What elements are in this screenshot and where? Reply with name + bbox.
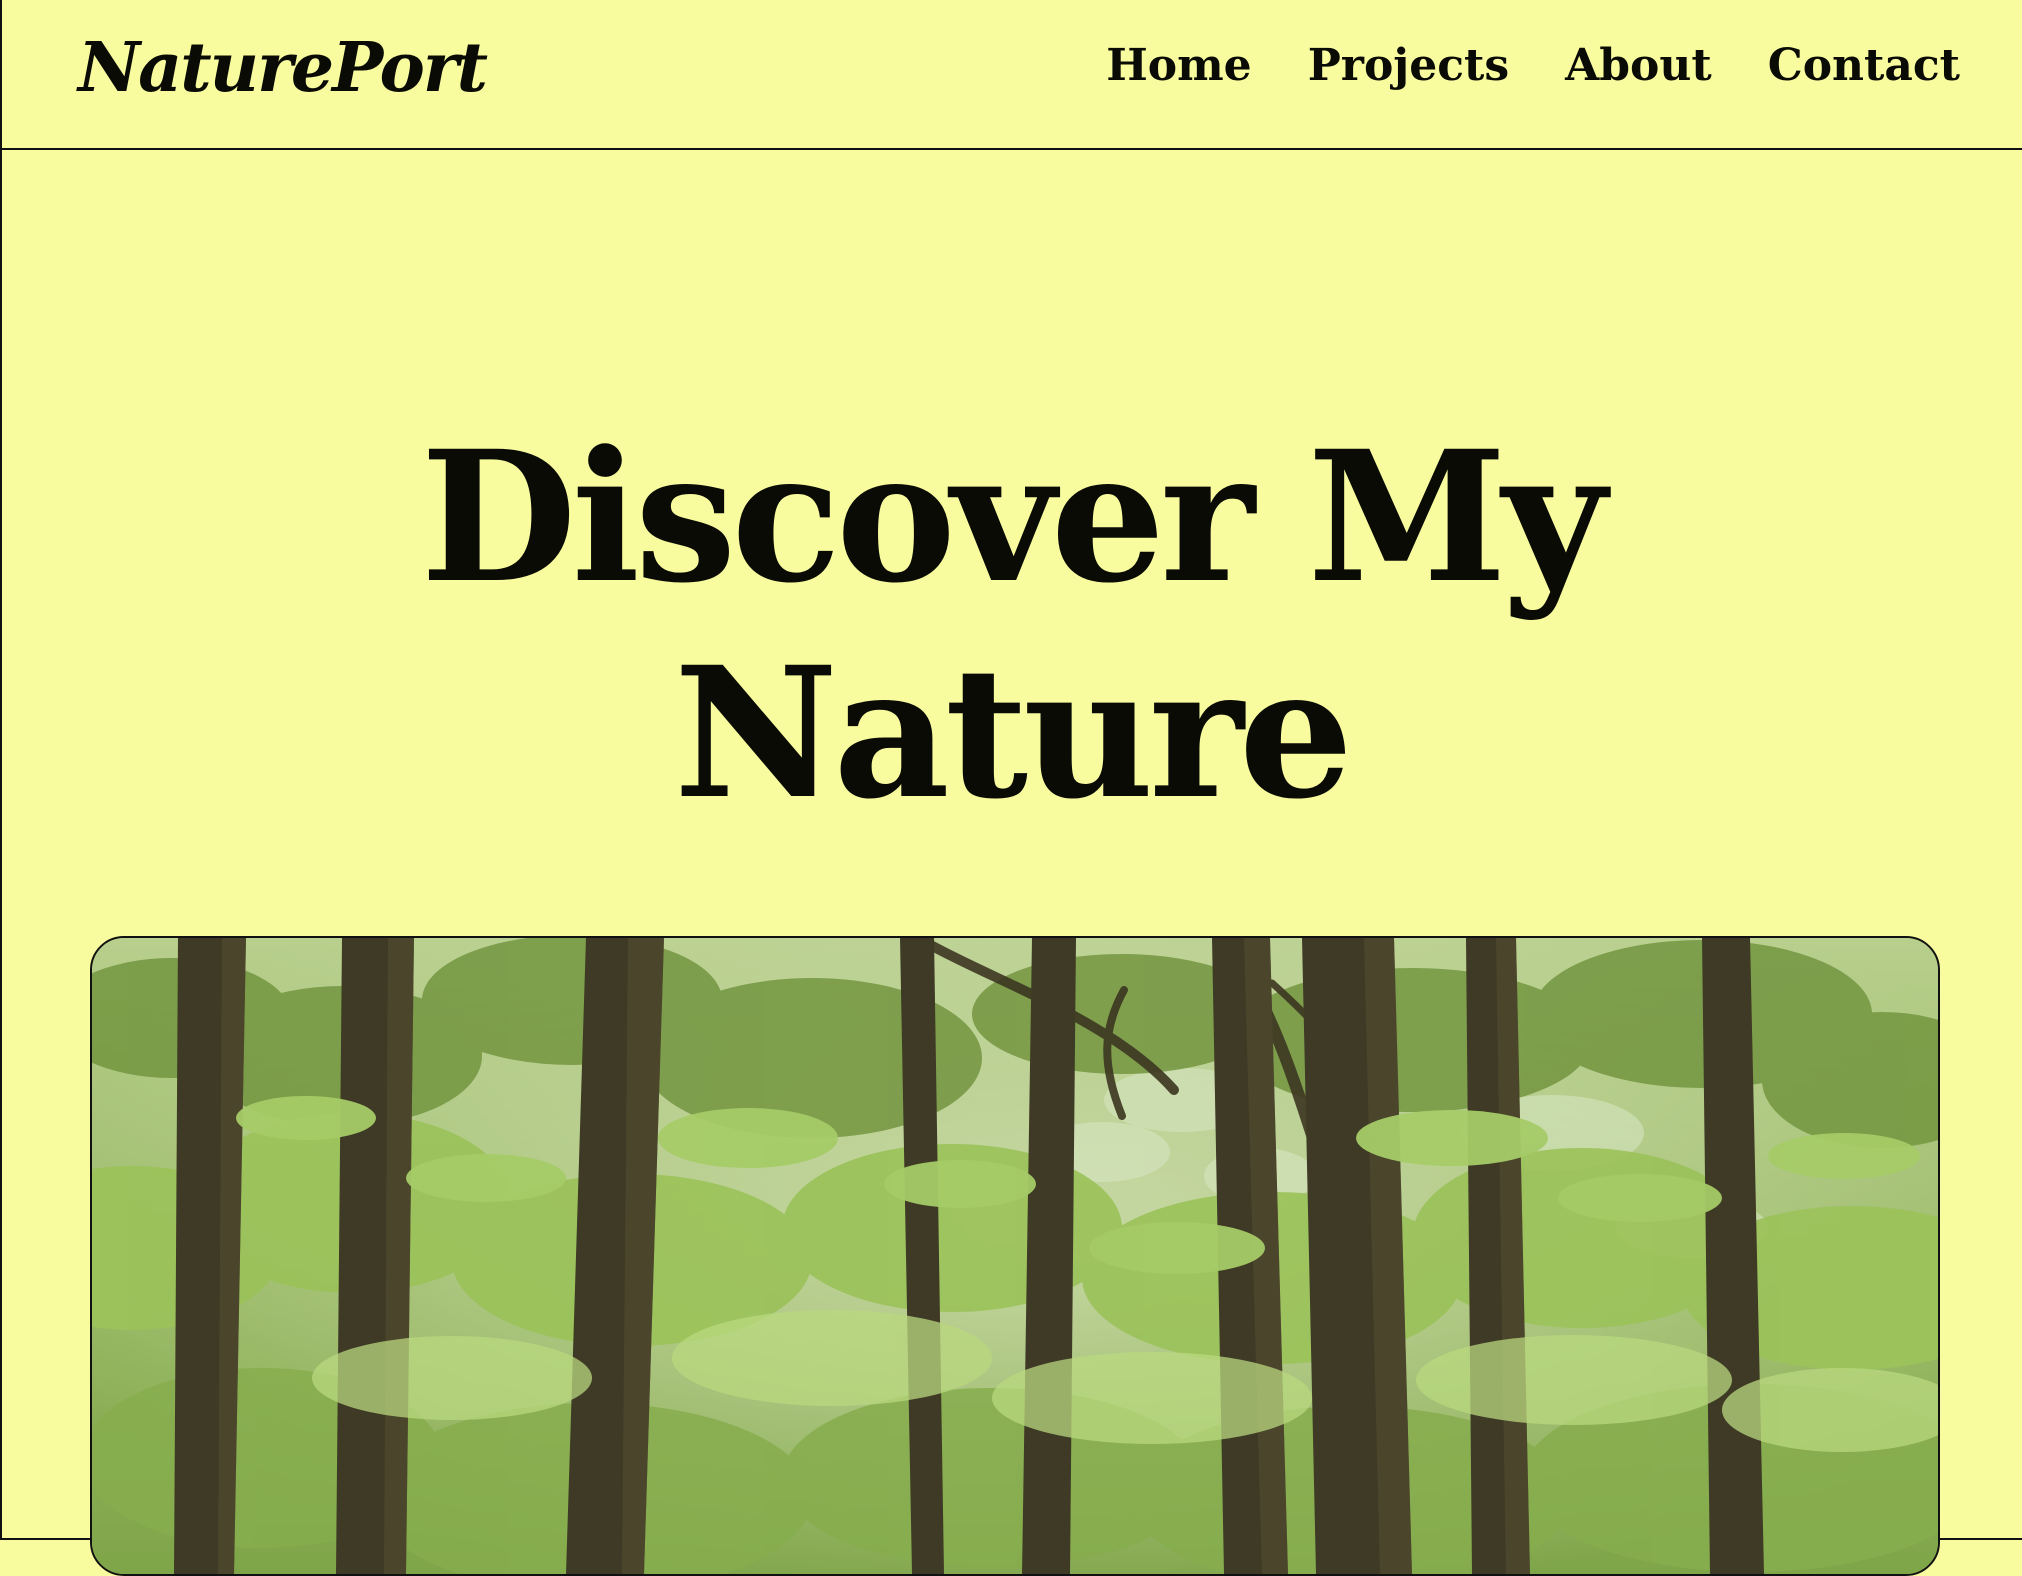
nav-contact-link[interactable]: Contact xyxy=(1768,44,1960,88)
nav-home-link[interactable]: Home xyxy=(1106,44,1251,88)
site-header: NaturePort Home Projects About Contact xyxy=(0,0,2022,150)
forest-photo xyxy=(90,936,1940,1576)
hero-title: Discover My Nature xyxy=(0,410,2022,842)
main-navigation: Home Projects About Contact xyxy=(1106,44,1960,88)
hero-title-line-1: Discover My xyxy=(420,412,1607,623)
brand-logo[interactable]: NaturePort xyxy=(78,34,488,102)
nav-about-link[interactable]: About xyxy=(1565,44,1712,88)
hero-title-line-2: Nature xyxy=(673,628,1354,839)
nav-projects-link[interactable]: Projects xyxy=(1308,44,1509,88)
